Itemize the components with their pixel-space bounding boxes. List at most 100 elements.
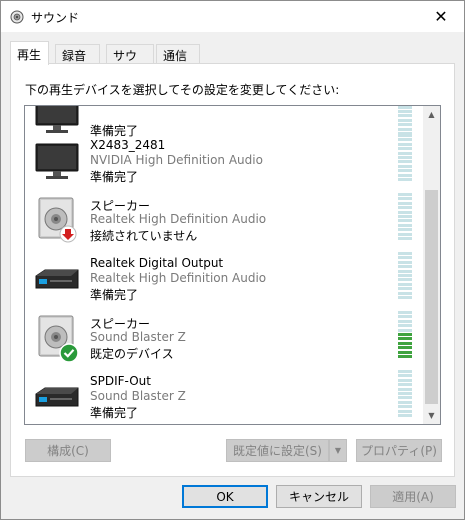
meter-bar xyxy=(398,341,412,345)
meter-bar xyxy=(398,260,412,264)
meter-bar xyxy=(398,197,412,201)
meter-bar xyxy=(398,370,412,373)
meter-bar xyxy=(398,173,412,177)
meter-bar xyxy=(398,210,412,214)
meter-bar xyxy=(398,134,412,137)
meter-bar xyxy=(398,296,412,299)
monitor-icon xyxy=(33,136,81,184)
meter-bar xyxy=(398,400,412,404)
device-list[interactable]: 準備完了 X2483_2481 NVIDIA High Definition Aud… xyxy=(24,105,441,425)
vertical-scrollbar[interactable]: ▲ ▼ xyxy=(423,106,440,424)
meter-bar xyxy=(398,409,412,413)
properties-button[interactable]: プロパティ(P) xyxy=(356,439,442,462)
dialog-footer: OK キャンセル 適用(A) xyxy=(1,477,464,519)
device-list-item[interactable]: SPDIF-Out Sound Blaster Z 準備完了 xyxy=(25,366,423,424)
cancel-button[interactable]: キャンセル xyxy=(276,485,362,508)
default-device-check-icon xyxy=(59,343,79,363)
meter-bar xyxy=(398,123,412,127)
device-driver: NVIDIA High Definition Audio xyxy=(90,153,263,167)
device-list-item[interactable]: スピーカー Realtek High Definition Audio 接続されてい… xyxy=(25,189,423,249)
scroll-thumb[interactable] xyxy=(425,190,438,404)
meter-bar xyxy=(398,337,412,341)
chevron-down-icon: ▼ xyxy=(428,411,435,420)
set-default-dropdown[interactable]: ▼ xyxy=(329,439,347,462)
meter-bar xyxy=(398,106,412,109)
device-name: SPDIF-Out xyxy=(90,374,151,388)
tab-communications[interactable]: 通信 xyxy=(156,44,200,64)
meter-bar xyxy=(398,311,412,314)
meter-bar xyxy=(398,138,412,142)
meter-bar xyxy=(398,169,412,173)
tab-recording[interactable]: 録音 xyxy=(55,44,100,64)
meter-bar xyxy=(398,232,412,236)
meter-bar xyxy=(398,215,412,218)
apply-button[interactable]: 適用(A) xyxy=(370,485,456,508)
sound-dialog: サウンド ✕ 再生 録音 サウンド 通信 下の再生デバイスを選択してその設定を変… xyxy=(0,0,465,520)
speaker-icon xyxy=(33,313,81,363)
receiver-icon xyxy=(33,372,81,420)
device-status: 準備完了 xyxy=(90,170,139,184)
device-driver: Sound Blaster Z xyxy=(90,389,186,403)
scroll-down-button[interactable]: ▼ xyxy=(423,407,440,424)
device-driver: Sound Blaster Z xyxy=(90,330,186,344)
meter-bar xyxy=(398,282,412,286)
device-list-item[interactable]: Realtek Digital Output Realtek High Defin… xyxy=(25,248,423,308)
device-status: 接続されていません xyxy=(90,229,198,243)
meter-bar xyxy=(398,164,412,168)
meter-bar xyxy=(398,374,412,378)
scroll-up-button[interactable]: ▲ xyxy=(423,106,440,123)
title-bar: サウンド ✕ xyxy=(1,1,464,32)
device-list-item[interactable]: X2483_2481 NVIDIA High Definition Audio 準備… xyxy=(25,130,423,190)
meter-bar xyxy=(398,256,412,260)
chevron-up-icon: ▲ xyxy=(428,110,435,119)
meter-bar xyxy=(398,346,412,350)
device-name: Realtek Digital Output xyxy=(90,256,224,270)
volume-meter xyxy=(398,311,412,359)
meter-bar xyxy=(398,228,412,232)
meter-bar xyxy=(398,193,412,196)
meter-bar xyxy=(398,278,412,282)
speaker-icon xyxy=(33,195,81,243)
device-driver: Realtek High Definition Audio xyxy=(90,212,267,226)
tab-sounds[interactable]: サウンド xyxy=(106,44,154,80)
meter-bar xyxy=(398,147,412,151)
meter-bar xyxy=(398,387,412,391)
meter-bar xyxy=(398,223,412,227)
meter-bar xyxy=(398,414,412,417)
volume-meter xyxy=(398,252,412,300)
configure-button[interactable]: 構成(C) xyxy=(25,439,111,462)
meter-bar xyxy=(398,178,412,181)
meter-bar xyxy=(398,315,412,319)
meter-bar xyxy=(398,287,412,291)
disconnected-badge-icon xyxy=(59,225,77,243)
meter-bar xyxy=(398,156,412,159)
ok-button[interactable]: OK xyxy=(182,485,268,508)
meter-bar xyxy=(398,114,412,118)
device-list-item[interactable]: スピーカー Sound Blaster Z 既定のデバイス xyxy=(25,307,423,367)
meter-bar xyxy=(398,355,412,358)
close-button[interactable]: ✕ xyxy=(418,1,464,32)
meter-bar xyxy=(398,142,412,146)
meter-bar xyxy=(398,350,412,354)
sound-app-icon xyxy=(10,10,24,24)
meter-bar xyxy=(398,219,412,223)
meter-bar xyxy=(398,269,412,273)
set-default-button[interactable]: 既定値に設定(S) xyxy=(226,439,329,462)
chevron-down-icon: ▼ xyxy=(334,446,342,455)
meter-bar xyxy=(398,274,412,277)
meter-bar xyxy=(398,405,412,409)
device-status: 準備完了 xyxy=(90,406,139,420)
meter-bar xyxy=(398,201,412,205)
meter-bar xyxy=(398,151,412,155)
volume-meter xyxy=(398,134,412,182)
meter-bar xyxy=(398,237,412,240)
meter-bar xyxy=(398,291,412,295)
meter-bar xyxy=(398,324,412,328)
instruction-text: 下の再生デバイスを選択してその設定を変更してください: xyxy=(25,83,340,97)
tab-playback[interactable]: 再生 xyxy=(10,41,49,65)
volume-meter xyxy=(398,370,412,418)
meter-bar xyxy=(398,383,412,387)
meter-bar xyxy=(398,396,412,400)
meter-bar xyxy=(398,110,412,113)
device-status: 既定のデバイス xyxy=(90,347,174,361)
